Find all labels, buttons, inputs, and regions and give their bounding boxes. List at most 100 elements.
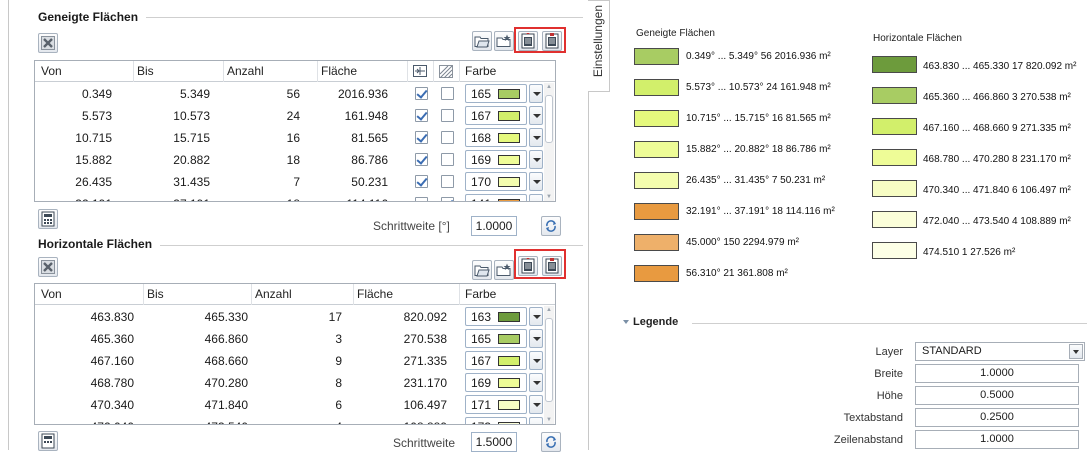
table-row[interactable]: 467.160 468.660 9 271.335 167	[35, 350, 543, 372]
favorite-folder-button[interactable]	[494, 260, 514, 280]
color-select[interactable]: 173	[465, 417, 527, 424]
cell-anzahl: 9	[335, 354, 342, 368]
color-select[interactable]: 168	[465, 128, 527, 147]
step-input[interactable]: 1.5000	[471, 432, 517, 452]
legend-text: 474.510 1 27.526 m²	[923, 247, 1016, 258]
refresh-button[interactable]	[541, 432, 561, 452]
chevron-down-icon[interactable]	[529, 106, 543, 125]
color-select[interactable]: 171	[465, 395, 527, 414]
chevron-down-icon[interactable]	[529, 307, 543, 326]
visibility-checkbox[interactable]	[415, 87, 428, 100]
color-swatch	[498, 111, 520, 121]
cell-anzahl: 18	[286, 153, 300, 167]
chevron-down-icon[interactable]	[529, 194, 543, 201]
chevron-down-icon[interactable]	[529, 329, 543, 348]
textabstand-input[interactable]: 0.2500	[915, 408, 1079, 427]
visibility-checkbox[interactable]	[415, 109, 428, 122]
hoehe-input[interactable]: 0.5000	[915, 386, 1079, 405]
legend-swatch	[634, 79, 679, 96]
hatch-checkbox[interactable]	[441, 131, 454, 144]
legend-text: 468.780 ... 470.280 8 231.170 m²	[923, 154, 1071, 165]
delete-button[interactable]	[38, 257, 58, 277]
refresh-button[interactable]	[541, 216, 561, 236]
legend-section-toggle[interactable]: Legende	[622, 316, 678, 328]
table-row[interactable]: 32.191 37.191 18 114.116 141	[35, 193, 543, 201]
hatch-checkbox[interactable]	[441, 153, 454, 166]
color-select[interactable]: 165	[465, 84, 527, 103]
chevron-down-icon[interactable]	[529, 150, 543, 169]
step-input[interactable]: 1.0000	[471, 216, 517, 236]
hatch-checkbox[interactable]	[441, 109, 454, 122]
table-import-button[interactable]	[542, 31, 562, 51]
color-select[interactable]: 141	[465, 194, 527, 201]
visibility-checkbox[interactable]	[415, 197, 428, 201]
open-folder-button[interactable]	[472, 31, 492, 51]
visibility-checkbox[interactable]	[415, 131, 428, 144]
table-row[interactable]: 15.882 20.882 18 86.786 169	[35, 149, 543, 171]
folder-open-icon	[474, 265, 490, 277]
table-export-button[interactable]	[518, 256, 538, 276]
layer-select[interactable]: STANDARD	[915, 342, 1085, 361]
color-select[interactable]: 167	[465, 106, 527, 125]
color-select[interactable]: 167	[465, 351, 527, 370]
open-folder-button[interactable]	[472, 260, 492, 280]
chevron-down-icon[interactable]	[529, 351, 543, 370]
scroll-thumb[interactable]	[545, 95, 553, 143]
color-select[interactable]: 163	[465, 307, 527, 326]
table-row[interactable]: 463.830 465.330 17 820.092 163	[35, 306, 543, 328]
color-select[interactable]: 165	[465, 329, 527, 348]
color-select[interactable]: 169	[465, 373, 527, 392]
scroll-thumb[interactable]	[545, 318, 553, 402]
chevron-down-icon[interactable]	[529, 128, 543, 147]
table-export-button[interactable]	[518, 31, 538, 51]
vertical-scrollbar[interactable]: ▲ ▼	[544, 306, 554, 424]
color-select[interactable]: 169	[465, 150, 527, 169]
vertical-scrollbar[interactable]: ▲ ▼	[544, 83, 554, 201]
delete-button[interactable]	[38, 33, 58, 53]
hatch-checkbox[interactable]	[441, 197, 454, 201]
table-row[interactable]: 465.360 466.860 3 270.538 165	[35, 328, 543, 350]
table-row[interactable]: 5.573 10.573 24 161.948 167	[35, 105, 543, 127]
visibility-checkbox[interactable]	[415, 175, 428, 188]
visibility-checkbox[interactable]	[415, 153, 428, 166]
color-number: 163	[471, 310, 492, 324]
cell-anzahl: 6	[335, 398, 342, 412]
hatch-icon[interactable]	[439, 65, 453, 81]
left-panel: Geneigte Flächen Von Bis Anzahl Fläche F…	[0, 0, 590, 452]
chevron-down-icon[interactable]	[529, 417, 543, 424]
color-select[interactable]: 170	[465, 172, 527, 191]
color-number: 168	[471, 131, 492, 145]
table-import-icon	[545, 33, 559, 49]
chevron-down-icon[interactable]	[529, 373, 543, 392]
color-swatch	[498, 356, 520, 366]
visibility-toggle-icon[interactable]	[413, 65, 427, 80]
chevron-down-icon[interactable]	[529, 395, 543, 414]
scroll-up-arrow[interactable]: ▲	[546, 84, 552, 90]
legend-swatch	[872, 242, 917, 259]
chevron-down-icon[interactable]	[529, 172, 543, 191]
scroll-up-arrow[interactable]: ▲	[546, 307, 552, 313]
table-row[interactable]: 468.780 470.280 8 231.170 169	[35, 372, 543, 394]
table-row[interactable]: 472.040 473.540 4 108.889 173	[35, 416, 543, 424]
scroll-down-arrow[interactable]: ▼	[546, 417, 552, 423]
chevron-down-icon[interactable]	[1069, 344, 1083, 359]
calculator-button[interactable]	[38, 209, 58, 229]
scroll-down-arrow[interactable]: ▼	[546, 194, 552, 200]
geneigt-table: Von Bis Anzahl Fläche Farbe 0.349 5.349 56…	[34, 60, 556, 202]
chevron-down-icon[interactable]	[529, 84, 543, 103]
legend-swatch	[634, 203, 679, 220]
cell-bis: 20.882	[173, 153, 210, 167]
calculator-button[interactable]	[38, 431, 58, 451]
hatch-checkbox[interactable]	[441, 175, 454, 188]
favorite-folder-button[interactable]	[494, 31, 514, 51]
tab-einstellungen[interactable]: Einstellungen	[588, 0, 610, 92]
breite-input[interactable]: 1.0000	[915, 364, 1079, 383]
table-import-button[interactable]	[542, 256, 562, 276]
zeilenabstand-input[interactable]: 1.0000	[915, 430, 1079, 449]
table-row[interactable]: 470.340 471.840 6 106.497 171	[35, 394, 543, 416]
table-row[interactable]: 10.715 15.715 16 81.565 168	[35, 127, 543, 149]
table-row[interactable]: 26.435 31.435 7 50.231 170	[35, 171, 543, 193]
color-number: 173	[471, 420, 491, 424]
table-row[interactable]: 0.349 5.349 56 2016.936 165	[35, 83, 543, 105]
hatch-checkbox[interactable]	[441, 87, 454, 100]
